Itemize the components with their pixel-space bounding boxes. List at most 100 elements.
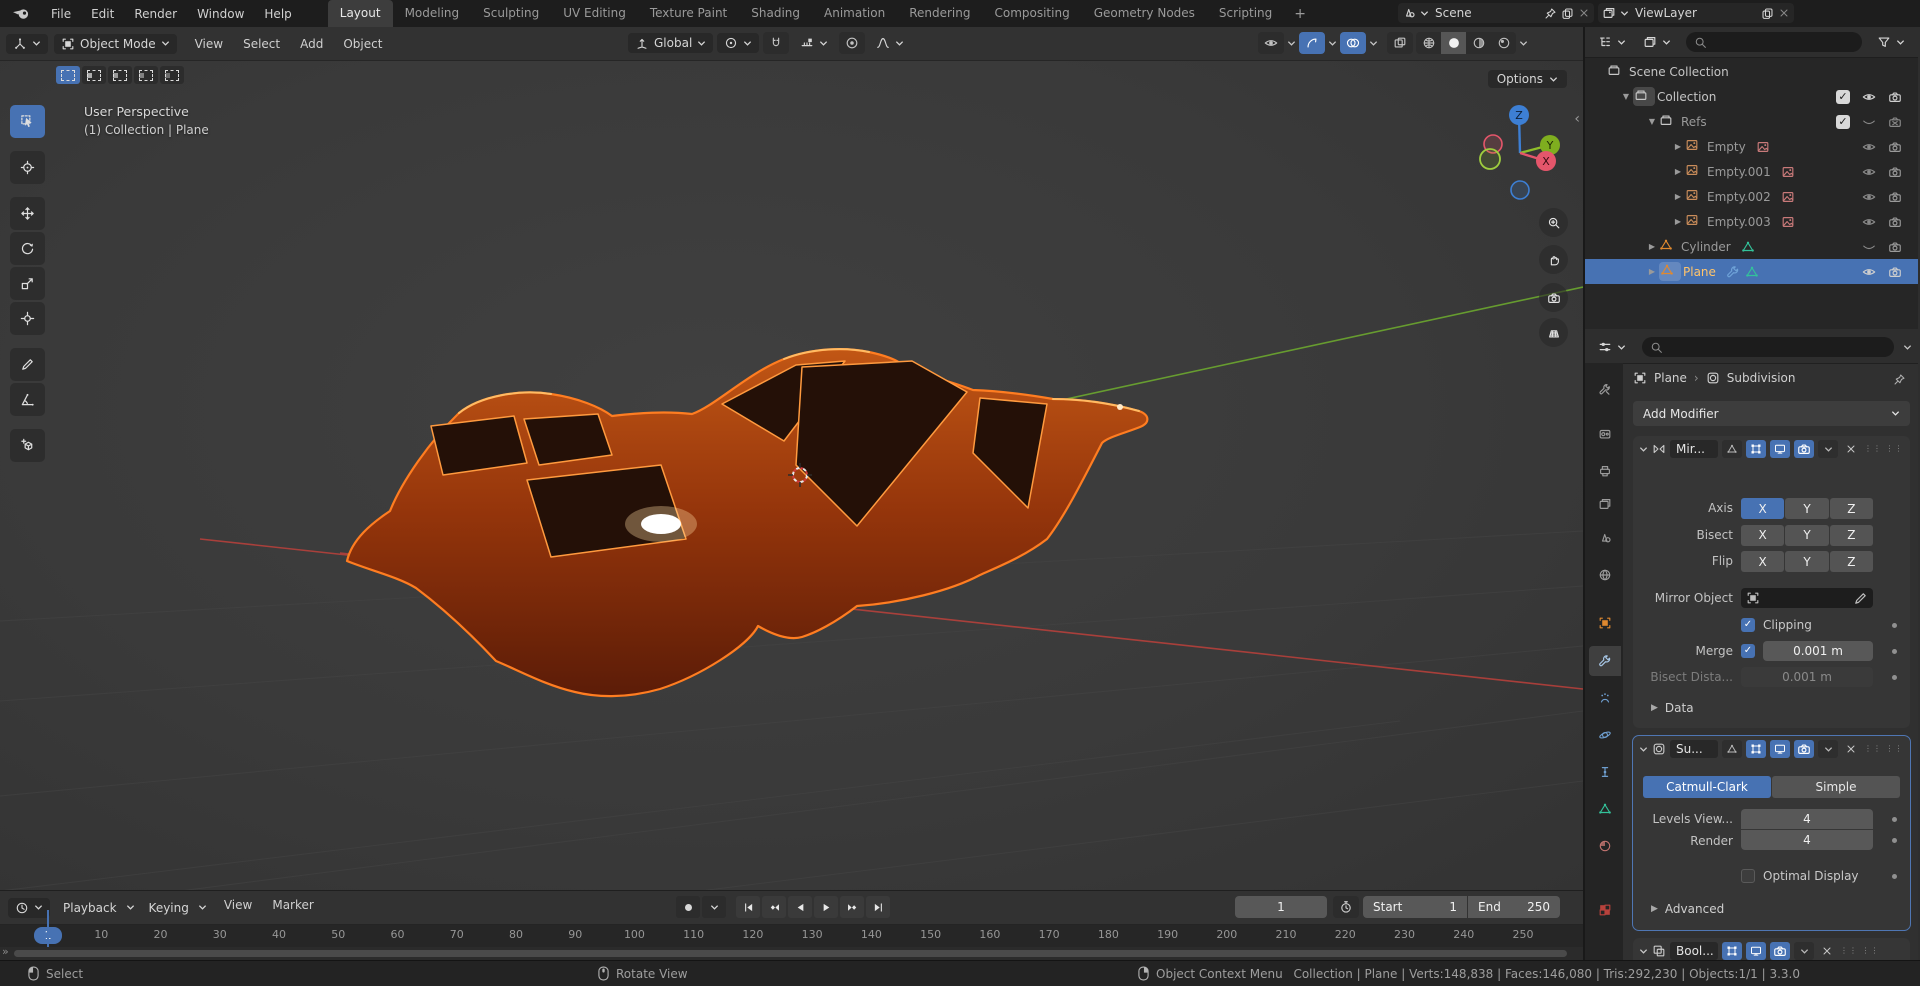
merge-checkbox[interactable]: ✓ — [1741, 644, 1755, 658]
next-keyframe-button[interactable] — [840, 896, 864, 918]
ortho-toggle-button[interactable] — [1539, 318, 1568, 347]
previous-keyframe-button[interactable] — [762, 896, 786, 918]
outliner-row-empty-002[interactable]: ▶Empty.002 — [1585, 184, 1918, 209]
object-icon[interactable] — [1633, 371, 1647, 385]
timeline-menu-keying[interactable]: Keying — [142, 898, 214, 918]
disclosure-down-icon[interactable]: ▼ — [1645, 117, 1659, 126]
snap-settings[interactable] — [793, 33, 835, 53]
workspace-tab-geometry-nodes[interactable]: Geometry Nodes — [1082, 0, 1207, 27]
ruler-tick-80[interactable]: 80 — [509, 928, 523, 941]
disable-render-toggle[interactable] — [1888, 115, 1902, 129]
ruler-tick-140[interactable]: 140 — [861, 928, 882, 941]
ruler-tick-150[interactable]: 150 — [920, 928, 941, 941]
drag-handle[interactable]: ⋮⋮ ⋮⋮ — [1840, 949, 1858, 953]
tool-select-button[interactable] — [10, 105, 45, 138]
disable-render-toggle[interactable] — [1888, 265, 1902, 279]
shading-material-preview[interactable] — [1466, 32, 1491, 54]
workspace-tab-layout[interactable]: Layout — [328, 0, 393, 27]
outliner-row-empty-001[interactable]: ▶Empty.001 — [1585, 159, 1918, 184]
properties-tab-viewlayer[interactable] — [1589, 489, 1621, 519]
modifier-name-field[interactable]: Mir... — [1670, 440, 1718, 458]
record-button[interactable] — [676, 896, 700, 918]
tool-scale-button[interactable] — [10, 267, 45, 300]
proportional-edit-toggle[interactable] — [839, 32, 865, 54]
workspace-tab-uv-editing[interactable]: UV Editing — [551, 0, 638, 27]
outliner-row-plane[interactable]: ▶Plane — [1585, 259, 1918, 284]
tool-move-button[interactable] — [10, 197, 45, 230]
tool-transform-button[interactable] — [10, 302, 45, 335]
pin-icon[interactable] — [1893, 373, 1906, 386]
snap-toggle[interactable] — [763, 32, 789, 54]
data-section-toggle[interactable]: ▶Data — [1651, 701, 1694, 715]
zoom-button[interactable] — [1539, 208, 1568, 237]
display-edit-mode-toggle[interactable] — [1746, 740, 1766, 758]
viewport-3d[interactable]: Options User Perspective (1) Collection … — [0, 61, 1583, 891]
ruler-tick-40[interactable]: 40 — [272, 928, 286, 941]
animate-dot[interactable] — [1892, 817, 1897, 822]
tool-cursor-button[interactable] — [10, 151, 45, 184]
hide-viewport-toggle[interactable] — [1862, 190, 1876, 204]
outliner-row-empty[interactable]: ▶Empty — [1585, 134, 1918, 159]
overlays-toggle[interactable] — [1340, 32, 1366, 54]
disclosure-right-icon[interactable]: ▶ — [1645, 267, 1659, 276]
display-realtime-toggle[interactable] — [1746, 942, 1766, 960]
scene-selector[interactable]: Scene — [1398, 3, 1594, 23]
delete-modifier-button[interactable] — [1821, 945, 1833, 957]
disable-render-toggle[interactable] — [1888, 165, 1902, 179]
current-frame-field[interactable]: 1 — [1235, 896, 1327, 918]
new-viewlayer-icon[interactable] — [1761, 7, 1774, 20]
display-edit-mode-toggle[interactable] — [1746, 440, 1766, 458]
timeline-editor-type-button[interactable] — [8, 898, 50, 918]
ruler-tick-50[interactable]: 50 — [331, 928, 345, 941]
tool-rotate-button[interactable] — [10, 232, 45, 265]
editor-type-button[interactable] — [6, 34, 48, 54]
start-frame-field[interactable]: Start 1 — [1363, 896, 1467, 918]
properties-tab-texture[interactable] — [1589, 895, 1621, 925]
ruler-tick-230[interactable]: 230 — [1394, 928, 1415, 941]
shading-wireframe[interactable] — [1416, 32, 1441, 54]
mode-selector[interactable]: Object Mode — [54, 34, 177, 54]
timeline-menu-marker[interactable]: Marker — [262, 898, 323, 918]
hide-viewport-toggle[interactable] — [1862, 240, 1876, 254]
modifier-extras-button[interactable] — [1818, 740, 1838, 758]
properties-tab-scene[interactable] — [1589, 523, 1621, 553]
ruler-tick-30[interactable]: 30 — [213, 928, 227, 941]
select-mode-set[interactable] — [56, 66, 80, 84]
breadcrumb-modifier[interactable]: Subdivision — [1727, 371, 1796, 385]
outliner-search-input[interactable] — [1686, 32, 1862, 52]
display-render-toggle[interactable] — [1770, 942, 1790, 960]
flip-z-button[interactable]: Z — [1830, 551, 1873, 572]
workspace-tab-scripting[interactable]: Scripting — [1207, 0, 1284, 27]
hide-viewport-toggle[interactable] — [1862, 265, 1876, 279]
hide-viewport-toggle[interactable] — [1862, 215, 1876, 229]
topbar-menu-edit[interactable]: Edit — [81, 7, 124, 21]
disable-render-toggle[interactable] — [1888, 90, 1902, 104]
chevron-down-icon[interactable] — [1287, 40, 1296, 47]
Clipping-checkbox[interactable]: ✓ — [1741, 618, 1755, 632]
topbar-menu-help[interactable]: Help — [254, 7, 301, 21]
animate-dot[interactable] — [1892, 649, 1897, 654]
add-workspace-button[interactable]: + — [1284, 6, 1316, 22]
close-icon[interactable] — [1778, 7, 1790, 19]
gizmos-toggle[interactable] — [1299, 32, 1325, 54]
new-scene-icon[interactable] — [1561, 7, 1574, 20]
hide-viewport-toggle[interactable] — [1862, 140, 1876, 154]
play-button[interactable] — [814, 896, 838, 918]
play-reverse-button[interactable] — [788, 896, 812, 918]
simple-button[interactable]: Simple — [1772, 776, 1900, 798]
bisect-x-button[interactable]: X — [1741, 525, 1784, 546]
disclosure-right-icon[interactable]: ▶ — [1645, 242, 1659, 251]
outliner-row-collection[interactable]: ▼Collection✓ — [1585, 84, 1918, 109]
axis-z-button[interactable]: Z — [1830, 498, 1873, 519]
catmull-clark-button[interactable]: Catmull-Clark — [1643, 776, 1771, 798]
ruler-tick-240[interactable]: 240 — [1453, 928, 1474, 941]
disable-render-toggle[interactable] — [1888, 190, 1902, 204]
animate-dot[interactable] — [1892, 623, 1897, 628]
ruler-tick-190[interactable]: 190 — [1157, 928, 1178, 941]
workspace-tab-modeling[interactable]: Modeling — [393, 0, 472, 27]
hide-viewport-toggle[interactable] — [1862, 90, 1876, 104]
record-options-button[interactable] — [702, 896, 726, 918]
properties-tab-physics[interactable] — [1589, 720, 1621, 750]
disable-render-toggle[interactable] — [1888, 240, 1902, 254]
jump-to-end-button[interactable] — [866, 896, 890, 918]
